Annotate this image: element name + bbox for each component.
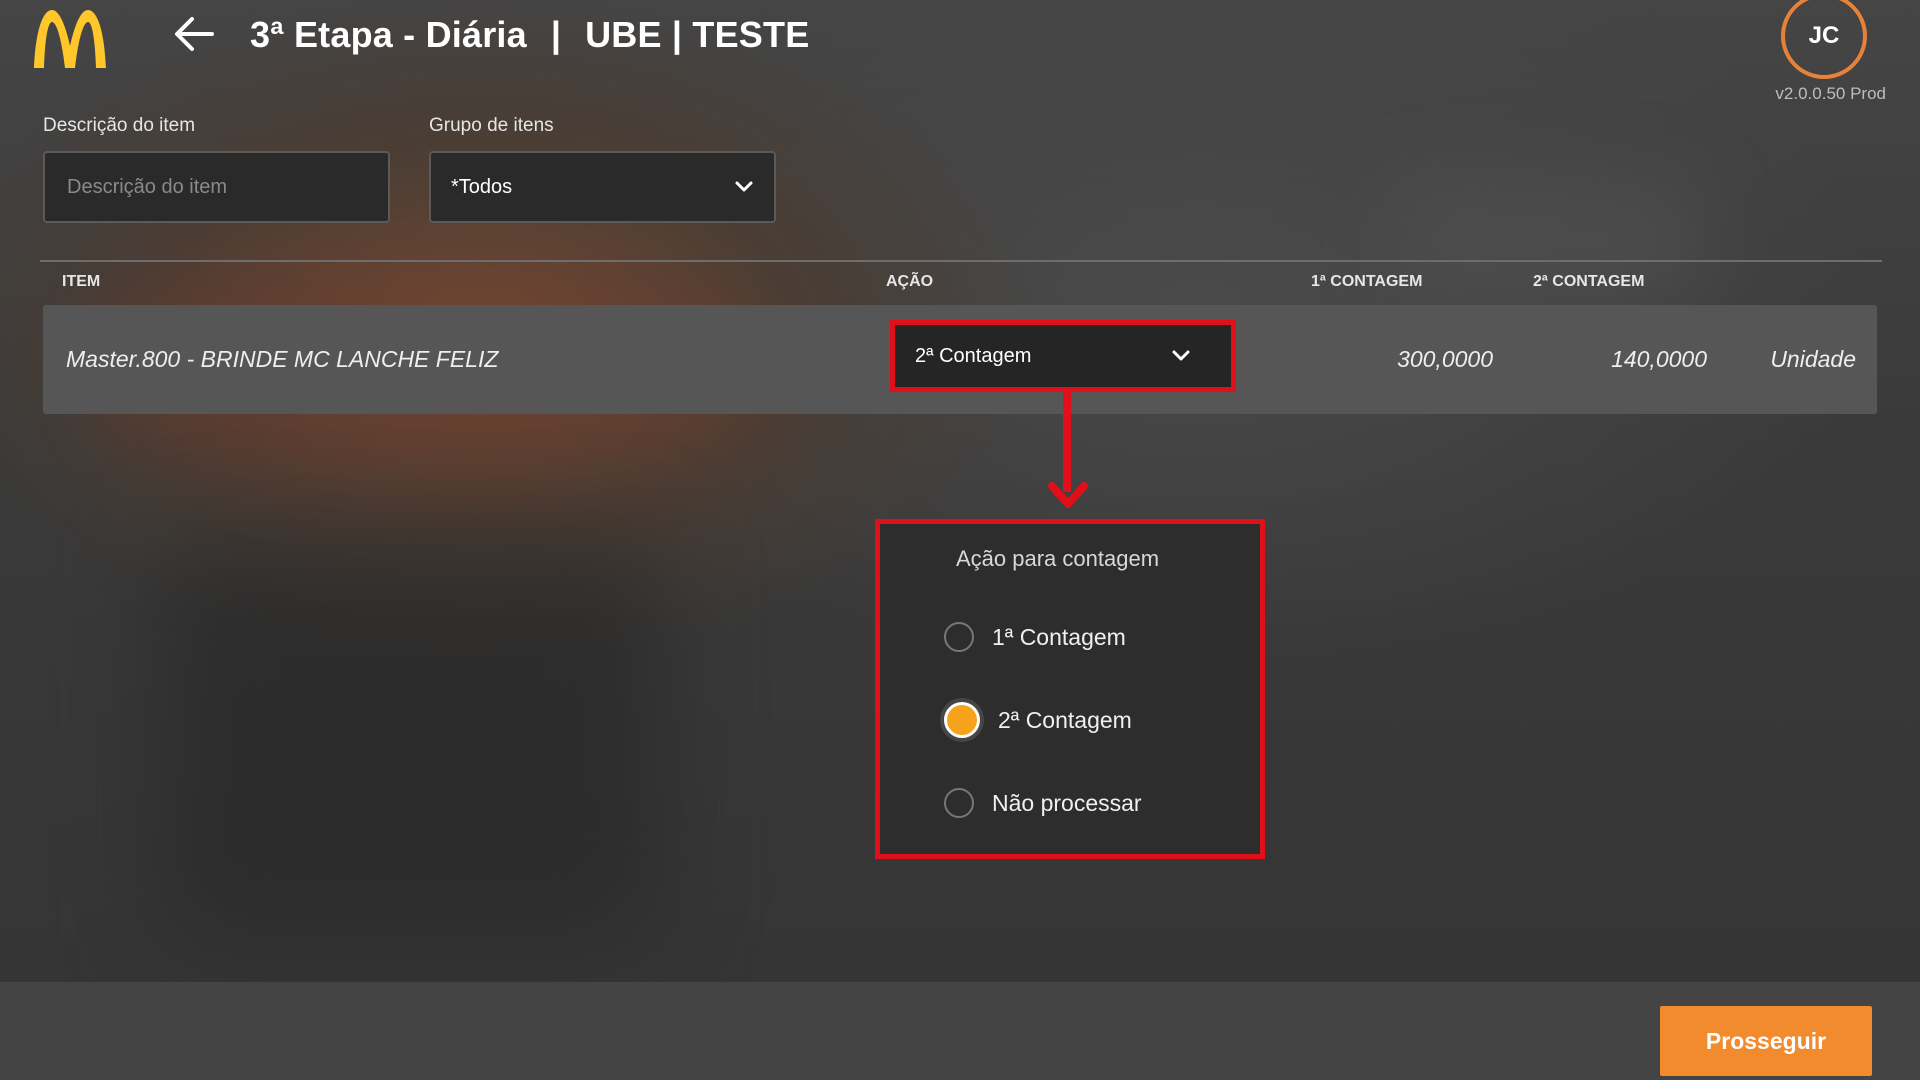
popup-title: Ação para contagem bbox=[956, 546, 1160, 571]
proceed-button[interactable]: Prosseguir bbox=[1660, 1006, 1872, 1076]
stage-title: 3ª Etapa - Diária bbox=[250, 14, 527, 55]
description-input[interactable] bbox=[65, 174, 368, 200]
action-select-value: 2ª Contagem bbox=[915, 344, 1032, 367]
option-label: Não processar bbox=[992, 789, 1142, 816]
chevron-down-icon bbox=[735, 181, 753, 192]
column-header-action: AÇÃO bbox=[886, 273, 934, 290]
store-name: UBE | TESTE bbox=[585, 14, 810, 55]
radio-first-count[interactable] bbox=[944, 622, 974, 652]
description-label: Descrição do item bbox=[43, 115, 196, 136]
column-header-count1: 1ª CONTAGEM bbox=[1311, 273, 1423, 290]
page-title: 3ª Etapa - Diária | UBE | TESTE bbox=[250, 14, 809, 56]
count2-value: 140,0000 bbox=[1611, 346, 1707, 372]
radio-do-not-process[interactable] bbox=[944, 788, 974, 818]
column-header-item: ITEM bbox=[62, 273, 101, 290]
unit-value: Unidade bbox=[1770, 346, 1856, 372]
action-select[interactable]: 2ª Contagem bbox=[890, 320, 1236, 392]
description-field[interactable] bbox=[43, 151, 390, 223]
footer-bar bbox=[0, 982, 1920, 1080]
app-version: v2.0.0.50 Prod bbox=[1775, 84, 1886, 103]
title-separator: | bbox=[550, 14, 562, 55]
chevron-down-icon bbox=[1172, 350, 1190, 361]
item-name: Master.800 - BRINDE MC LANCHE FELIZ bbox=[66, 346, 499, 372]
annotation-arrow-icon bbox=[1048, 482, 1088, 508]
option-label: 1ª Contagem bbox=[992, 623, 1126, 650]
action-popup: Ação para contagem 1ª Contagem 2ª Contag… bbox=[875, 519, 1265, 859]
column-header-count2: 2ª CONTAGEM bbox=[1533, 273, 1645, 290]
table-divider bbox=[40, 260, 1882, 262]
option-second-count[interactable]: 2ª Contagem bbox=[944, 702, 1132, 738]
avatar-initials: JC bbox=[1808, 22, 1840, 49]
option-first-count[interactable]: 1ª Contagem bbox=[944, 622, 1126, 652]
back-arrow-icon[interactable] bbox=[170, 14, 216, 54]
count1-value: 300,0000 bbox=[1397, 346, 1493, 372]
option-label: 2ª Contagem bbox=[998, 706, 1132, 733]
mcdonalds-logo-icon bbox=[34, 10, 106, 68]
group-select[interactable]: *Todos bbox=[429, 151, 776, 223]
group-label: Grupo de itens bbox=[429, 115, 554, 136]
group-select-value: *Todos bbox=[451, 175, 513, 198]
radio-second-count[interactable] bbox=[944, 702, 980, 738]
option-do-not-process[interactable]: Não processar bbox=[944, 788, 1142, 818]
